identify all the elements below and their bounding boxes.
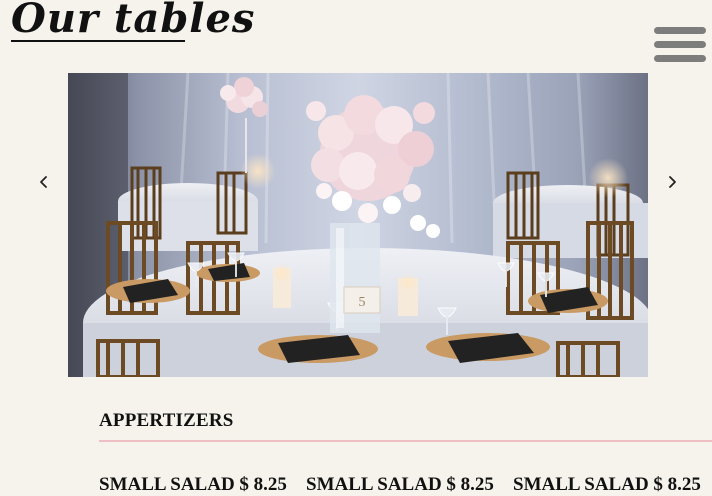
menu-item: SMALL SALAD $ 8.25	[306, 474, 494, 495]
chevron-left-icon	[40, 176, 47, 188]
carousel-next-button[interactable]	[664, 172, 680, 192]
menu-item: SMALL SALAD $ 8.25	[513, 474, 701, 495]
banquet-photo: 5	[68, 73, 648, 377]
title-underline	[11, 40, 185, 42]
menu-item: SMALL SALAD $ 8.25	[99, 474, 287, 495]
section-heading-appetizers: APPERTIZERS	[99, 410, 234, 431]
hamburger-menu-icon[interactable]	[654, 27, 706, 63]
hamburger-bar	[654, 27, 706, 34]
carousel-prev-button[interactable]	[36, 172, 52, 192]
hamburger-bar	[654, 41, 706, 48]
section-divider	[99, 440, 712, 442]
chevron-right-icon	[669, 176, 676, 188]
carousel-image: 5	[68, 73, 648, 377]
hamburger-bar	[654, 55, 706, 62]
page-title: Our tables	[11, 0, 256, 42]
table-number: 5	[359, 295, 366, 310]
